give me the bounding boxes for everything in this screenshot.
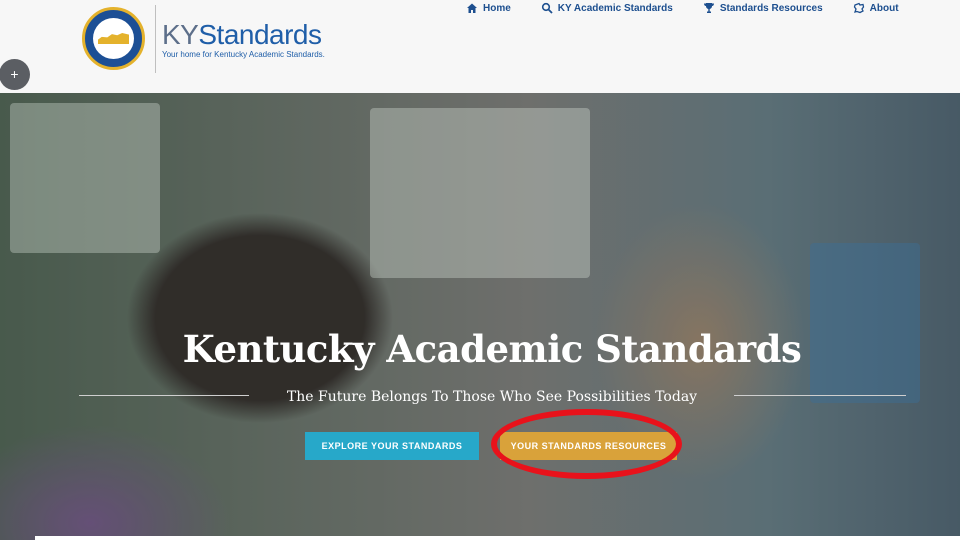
- highlight-circle: [491, 409, 682, 479]
- kentucky-map-icon: [853, 2, 864, 14]
- search-icon: [541, 2, 553, 14]
- nav-about-label: About: [869, 2, 899, 14]
- kde-seal-logo[interactable]: [82, 7, 145, 70]
- expand-button[interactable]: +: [0, 59, 30, 90]
- home-icon: [467, 3, 477, 13]
- seal-center: [93, 18, 134, 59]
- brand-ky: KY: [162, 19, 199, 50]
- main-nav: Home KY Academic Standards Standards Res…: [466, 0, 899, 16]
- nav-ky-academic-standards[interactable]: KY Academic Standards: [541, 2, 673, 14]
- nav-standards-resources[interactable]: Standards Resources: [703, 2, 823, 14]
- site-header: KYStandards Your home for Kentucky Acade…: [0, 0, 960, 94]
- nav-standards-resources-label: Standards Resources: [719, 2, 823, 14]
- logo-divider: [155, 5, 156, 73]
- bottom-strip: [35, 536, 960, 540]
- nav-about[interactable]: About: [853, 2, 899, 14]
- hero-title: Kentucky Academic Standards: [182, 327, 802, 371]
- nav-ky-academic-standards-label: KY Academic Standards: [557, 2, 673, 14]
- explore-standards-button[interactable]: EXPLORE YOUR STANDARDS: [305, 432, 479, 460]
- kentucky-state-icon: [98, 33, 129, 44]
- brand-tagline: Your home for Kentucky Academic Standard…: [162, 50, 325, 59]
- trophy-icon: [703, 3, 714, 13]
- nav-home[interactable]: Home: [466, 2, 511, 14]
- nav-home-label: Home: [483, 2, 511, 14]
- brand-standards: Standards: [198, 19, 322, 50]
- hero-subtitle: The Future Belongs To Those Who See Poss…: [286, 389, 698, 405]
- kystandards-logo[interactable]: KYStandards: [162, 20, 322, 50]
- hero-content: Kentucky Academic Standards The Future B…: [0, 93, 960, 540]
- hero-banner: Kentucky Academic Standards The Future B…: [0, 93, 960, 540]
- subtitle-rule-right: [734, 395, 906, 396]
